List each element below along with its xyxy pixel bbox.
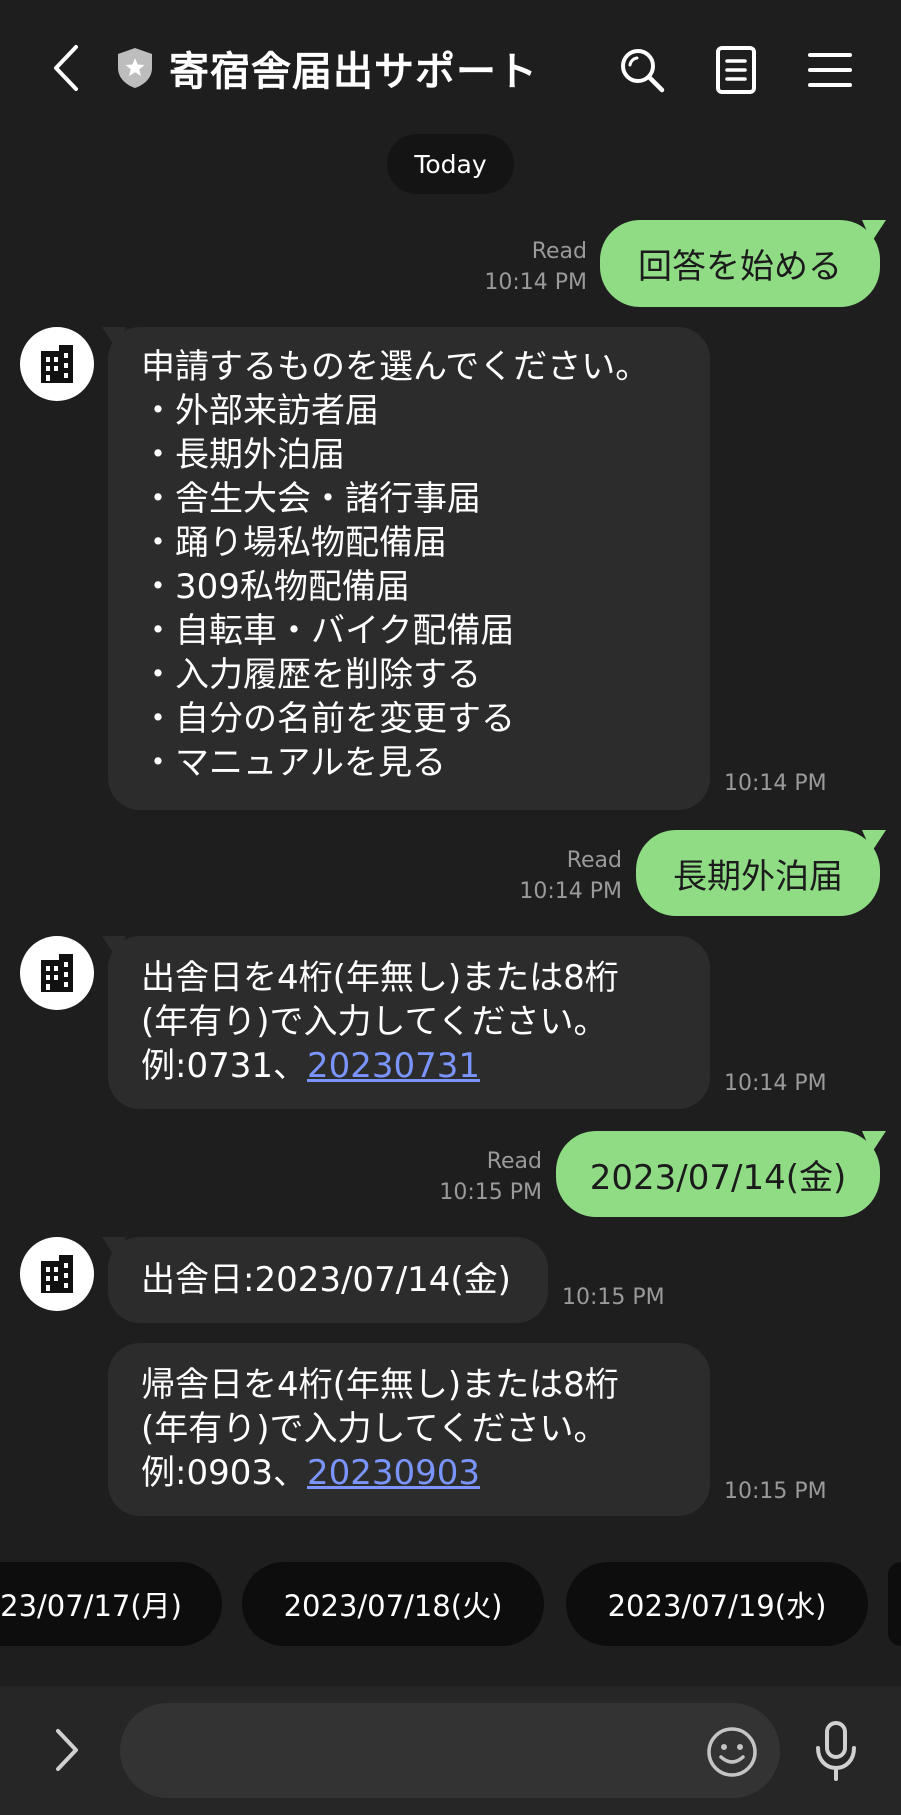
- expand-button[interactable]: [40, 1720, 94, 1780]
- outgoing-message[interactable]: 長期外泊届: [636, 830, 880, 916]
- message-line: ・自転車・バイク配備届: [141, 611, 515, 651]
- quick-reply-chip[interactable]: 2023/07/19(水): [566, 1562, 868, 1646]
- microphone-icon: [816, 1721, 856, 1781]
- note-icon: [716, 46, 756, 94]
- message-time: 10:14 PM: [724, 1071, 827, 1096]
- voice-button[interactable]: [808, 1716, 864, 1786]
- building-icon: [41, 954, 73, 992]
- message-line: ・舎生大会・諸行事届: [141, 479, 481, 519]
- quick-reply-chip[interactable]: 2023/07/18(火): [242, 1562, 544, 1646]
- message-text: 2023/07/14(金): [589, 1157, 847, 1198]
- read-label: Read: [486, 1149, 542, 1174]
- back-chevron-icon: [54, 45, 78, 91]
- message-input[interactable]: [120, 1703, 780, 1798]
- building-icon: [41, 345, 73, 383]
- message-time: 10:14 PM: [519, 879, 622, 904]
- outgoing-message[interactable]: 回答を始める: [600, 220, 880, 307]
- message-line: ・外部来訪者届: [141, 391, 379, 431]
- message-line: (年有り)で入力してください。: [141, 1002, 608, 1042]
- example-text: 例:0731、: [141, 1046, 307, 1086]
- message-line: ・長期外泊届: [141, 435, 345, 475]
- quick-reply-label: 2023/07/17(月): [0, 1589, 182, 1623]
- read-receipt: Read 10:14 PM: [450, 236, 587, 298]
- message-time: 10:15 PM: [562, 1285, 665, 1310]
- incoming-message[interactable]: 申請するものを選んでください。 ・外部来訪者届 ・長期外泊届 ・舎生大会・諸行事…: [108, 327, 710, 810]
- message-text: 長期外泊届: [673, 856, 843, 897]
- back-button[interactable]: [40, 38, 90, 98]
- message-line: ・309私物配備届: [141, 567, 410, 607]
- message-time: 10:15 PM: [724, 1479, 827, 1504]
- expand-chevron-icon: [56, 1729, 78, 1771]
- quick-reply-label: 2023/07/19(水): [607, 1589, 827, 1623]
- bot-avatar[interactable]: [20, 327, 94, 401]
- read-label: Read: [566, 848, 622, 873]
- chat-title: 寄宿舎届出サポート: [169, 49, 538, 95]
- menu-button[interactable]: [800, 40, 860, 100]
- incoming-message[interactable]: 出舎日を4桁(年無し)または8桁 (年有り)で入力してください。 例:0731、…: [108, 936, 710, 1109]
- read-label: Read: [531, 239, 587, 264]
- date-link[interactable]: 20230731: [307, 1046, 480, 1086]
- quick-reply-label: 2023/07/18(火): [283, 1589, 503, 1623]
- example-text: 例:0903、: [141, 1453, 307, 1493]
- read-receipt: Read 10:15 PM: [405, 1146, 542, 1208]
- read-receipt: Read 10:14 PM: [485, 845, 622, 907]
- emoji-icon: [707, 1727, 757, 1777]
- message-line: (年有り)で入力してください。: [141, 1409, 608, 1449]
- message-line: 出舎日を4桁(年無し)または8桁: [141, 958, 619, 998]
- shield-star-icon: [118, 48, 152, 88]
- message-line: ・踊り場私物配備届: [141, 523, 447, 563]
- message-line: 例:0731、20230731: [141, 1044, 710, 1088]
- date-link[interactable]: 20230903: [307, 1453, 480, 1493]
- search-button[interactable]: [612, 40, 672, 100]
- search-icon: [621, 49, 665, 93]
- notes-button[interactable]: [706, 40, 766, 100]
- date-divider: Today: [387, 134, 514, 194]
- message-line: ・マニュアルを見る: [141, 743, 446, 783]
- message-time: 10:14 PM: [484, 270, 587, 295]
- menu-icon: [808, 53, 852, 87]
- message-text: 出舎日:2023/07/14(金): [141, 1260, 511, 1300]
- outgoing-message[interactable]: 2023/07/14(金): [556, 1131, 880, 1217]
- building-icon: [41, 1255, 73, 1293]
- emoji-button[interactable]: [705, 1725, 759, 1779]
- message-input-bar: [0, 1686, 901, 1815]
- incoming-message[interactable]: 出舎日:2023/07/14(金): [108, 1237, 548, 1323]
- message-line: 帰舎日を4桁(年無し)または8桁: [141, 1365, 619, 1405]
- message-line: 例:0903、20230903: [141, 1451, 710, 1495]
- message-line: ・自分の名前を変更する: [141, 699, 515, 739]
- message-time: 10:15 PM: [439, 1180, 542, 1205]
- bot-avatar[interactable]: [20, 936, 94, 1010]
- chat-header: 寄宿舎届出サポート: [0, 0, 901, 140]
- quick-reply-chip[interactable]: 2023/07/17(月): [0, 1562, 222, 1646]
- incoming-message[interactable]: 帰舎日を4桁(年無し)または8桁 (年有り)で入力してください。 例:0903、…: [108, 1343, 710, 1516]
- message-time: 10:14 PM: [724, 771, 827, 796]
- message-line: 申請するものを選んでください。: [141, 347, 650, 387]
- chat-title-group[interactable]: 寄宿舎届出サポート: [115, 38, 538, 98]
- message-text: 回答を始める: [638, 247, 842, 287]
- bot-avatar[interactable]: [20, 1237, 94, 1311]
- quick-reply-chip-partial[interactable]: [888, 1562, 901, 1646]
- message-line: ・入力履歴を削除する: [141, 655, 481, 695]
